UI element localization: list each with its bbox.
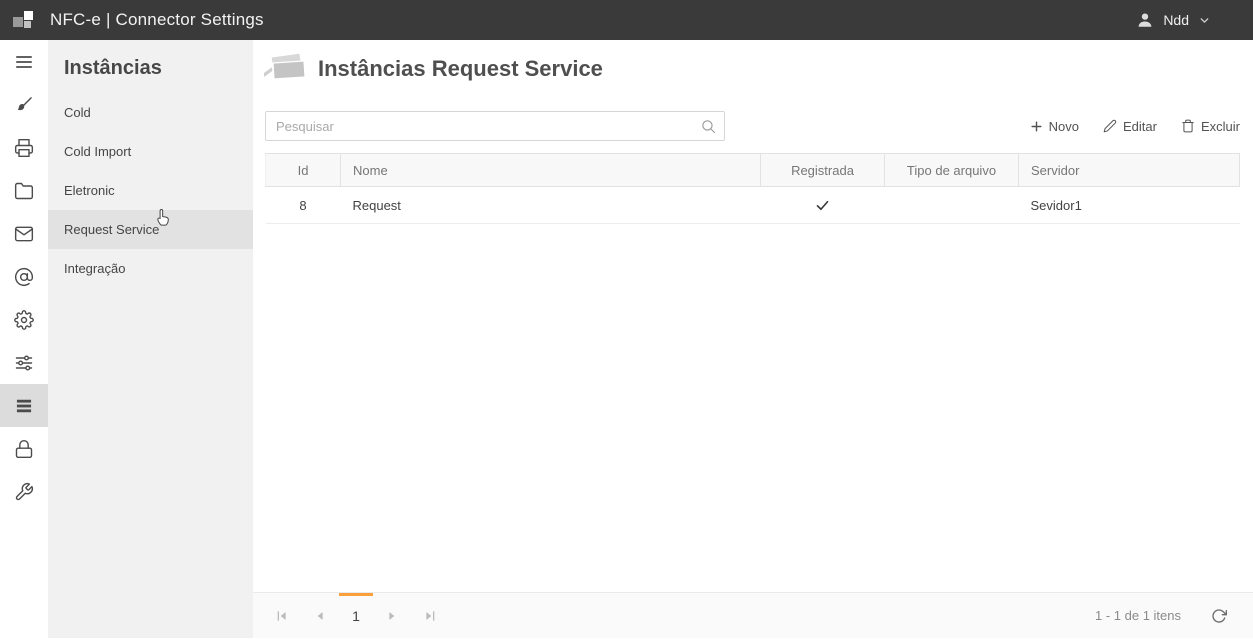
cell-id: 8 [266,187,341,224]
rail-item-at[interactable] [0,255,48,298]
next-page-icon [384,608,400,624]
next-page-button[interactable] [373,593,411,639]
plus-icon [1030,120,1043,133]
refresh-icon[interactable] [1211,608,1227,624]
previous-page-icon [312,608,328,624]
rail-item-tools[interactable] [0,470,48,513]
new-button-label: Novo [1049,119,1079,134]
sidebar-item-integracao[interactable]: Integração [48,249,253,288]
search-box [265,111,725,141]
page-number-current[interactable]: 1 [339,593,373,639]
delete-button-label: Excluir [1201,119,1240,134]
rail-item-instances[interactable] [0,384,48,427]
search-icon[interactable] [700,118,717,135]
rail-item-sliders[interactable] [0,341,48,384]
cell-servidor: Sevidor1 [1019,187,1240,224]
user-name: Ndd [1163,12,1189,28]
column-header-nome[interactable]: Nome [341,154,761,187]
edit-icon [1103,119,1117,133]
icon-rail [0,40,48,638]
first-page-icon [274,608,290,624]
cell-tipo-de-arquivo [885,187,1019,224]
column-header-registrada[interactable]: Registrada [761,154,885,187]
printer-icon [14,138,34,158]
instances-grid: Id Nome Registrada Tipo de arquivo Servi… [265,153,1240,224]
wrench-icon [14,482,34,502]
content-area: Novo Editar Excluir [253,98,1253,224]
topbar: NFC-e | Connector Settings Ndd [0,0,1253,40]
rows-icon [14,396,34,416]
sidebar-item-cold-import[interactable]: Cold Import [48,132,253,171]
search-input[interactable] [266,112,724,140]
sidebar-item-eletronic[interactable]: Eletronic [48,171,253,210]
new-button[interactable]: Novo [1030,119,1079,134]
sidebar-item-request-service[interactable]: Request Service [48,210,253,249]
page-header: Instâncias Request Service [253,40,1253,98]
cell-nome: Request [341,187,761,224]
main-content: Instâncias Request Service Novo [253,40,1253,638]
trash-icon [1181,119,1195,133]
app-title: NFC-e | Connector Settings [50,10,264,30]
menu-icon [14,52,34,72]
check-icon [773,198,873,213]
rail-item-security[interactable] [0,427,48,470]
page-header-icon [258,48,310,90]
sidebar: Instâncias Cold Cold Import Eletronic Re… [48,40,253,638]
rail-item-printer[interactable] [0,126,48,169]
page-title: Instâncias Request Service [318,56,603,82]
gear-icon [14,310,34,330]
rail-item-menu[interactable] [0,40,48,83]
delete-button[interactable]: Excluir [1181,119,1240,134]
chevron-down-icon [1198,14,1211,27]
mail-icon [14,224,34,244]
app-logo-icon [12,8,36,32]
sidebar-title: Instâncias [48,40,253,93]
last-page-icon [422,608,438,624]
column-header-id[interactable]: Id [266,154,341,187]
first-page-button[interactable] [263,593,301,639]
rail-item-settings[interactable] [0,298,48,341]
lock-icon [14,439,34,459]
pager-info: 1 - 1 de 1 itens [1095,608,1181,623]
rail-item-brush[interactable] [0,83,48,126]
pager: 1 1 - 1 de 1 itens [253,592,1253,638]
table-row[interactable]: 8 Request Sevidor1 [266,187,1240,224]
cell-registrada [761,187,885,224]
user-icon [1136,11,1154,29]
user-menu[interactable]: Ndd [1136,11,1211,29]
last-page-button[interactable] [411,593,449,639]
rail-item-folder[interactable] [0,169,48,212]
grid-header-row: Id Nome Registrada Tipo de arquivo Servi… [266,154,1240,187]
edit-button-label: Editar [1123,119,1157,134]
previous-page-button[interactable] [301,593,339,639]
brush-icon [14,95,34,115]
sliders-icon [14,353,34,373]
folder-icon [14,181,34,201]
at-sign-icon [14,267,34,287]
sidebar-item-cold[interactable]: Cold [48,93,253,132]
grid-toolbar: Novo Editar Excluir [1030,119,1240,134]
column-header-tipo-de-arquivo[interactable]: Tipo de arquivo [885,154,1019,187]
rail-item-mail[interactable] [0,212,48,255]
column-header-servidor[interactable]: Servidor [1019,154,1240,187]
edit-button[interactable]: Editar [1103,119,1157,134]
